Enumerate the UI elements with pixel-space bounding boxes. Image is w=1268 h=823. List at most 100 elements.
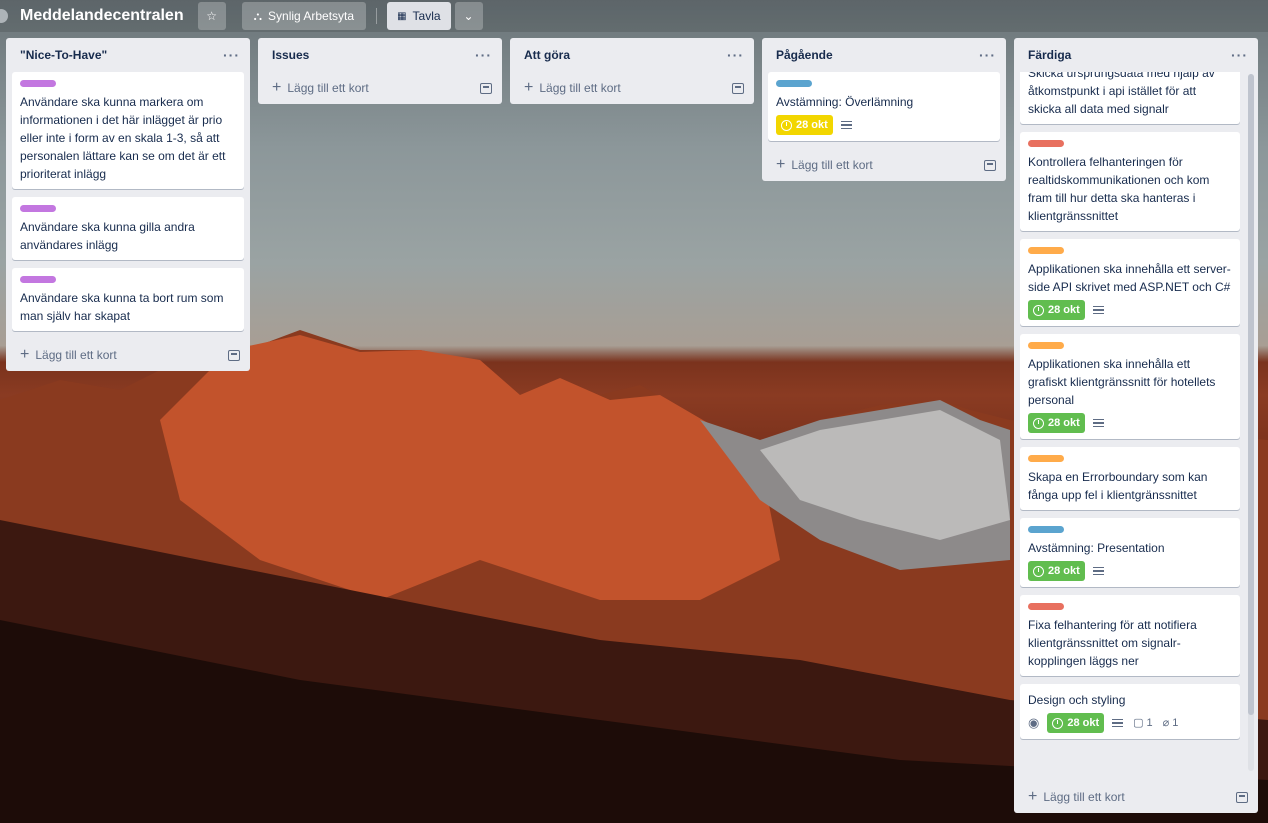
list-fardiga: Färdiga ··· Skicka ursprungsdata med hjä… bbox=[1014, 38, 1258, 813]
board-view-icon: ▦ bbox=[397, 10, 407, 22]
due-date-badge[interactable]: 28 okt bbox=[1028, 561, 1085, 581]
list-header[interactable]: Issues ··· bbox=[258, 38, 502, 72]
card-title: Design och styling bbox=[1028, 693, 1126, 707]
plus-icon: + bbox=[1028, 788, 1038, 805]
due-date-text: 28 okt bbox=[1048, 417, 1080, 429]
list-title[interactable]: Pågående bbox=[776, 48, 833, 62]
due-date-badge[interactable]: 28 okt bbox=[1047, 713, 1105, 733]
card-label[interactable] bbox=[1028, 455, 1064, 462]
card-badges: 28 okt bbox=[776, 115, 992, 135]
list-scrollbar[interactable] bbox=[1248, 74, 1254, 771]
list-title[interactable]: "Nice-To-Have" bbox=[20, 48, 107, 62]
card-scroll-area[interactable]: Skicka ursprungsdata med hjälp av åtkoms… bbox=[1014, 72, 1246, 777]
card-title: Avstämning: Överlämning bbox=[776, 95, 914, 109]
list-menu-icon[interactable]: ··· bbox=[979, 47, 996, 63]
card[interactable]: Applikationen ska innehålla ett grafiskt… bbox=[1020, 334, 1240, 439]
card-badges: 28 okt bbox=[1028, 300, 1232, 320]
card-label[interactable] bbox=[1028, 603, 1064, 610]
list-att-gora: Att göra ··· + Lägg till ett kort bbox=[510, 38, 754, 104]
plus-icon: + bbox=[524, 79, 534, 96]
card[interactable]: Skapa en Errorboundary som kan fånga upp… bbox=[1020, 447, 1240, 510]
due-date-badge[interactable]: 28 okt bbox=[1028, 413, 1085, 433]
list-scrollbar-thumb[interactable] bbox=[1248, 74, 1254, 716]
paperclip-icon: ⌀ bbox=[1162, 717, 1170, 729]
add-card-button[interactable]: + Lägg till ett kort bbox=[1028, 788, 1125, 806]
list-title[interactable]: Att göra bbox=[524, 48, 570, 62]
star-icon: ☆ bbox=[206, 9, 217, 23]
due-date-badge[interactable]: 28 okt bbox=[1028, 300, 1085, 320]
star-button[interactable]: ☆ bbox=[197, 2, 226, 30]
add-card-row: + Lägg till ett kort bbox=[6, 339, 250, 371]
add-card-row: + Lägg till ett kort bbox=[510, 72, 754, 104]
card-title: Skicka ursprungsdata med hjälp av åtkoms… bbox=[1028, 72, 1215, 116]
card-template-icon[interactable] bbox=[480, 82, 492, 94]
add-card-button[interactable]: + Lägg till ett kort bbox=[776, 156, 873, 174]
add-card-button[interactable]: + Lägg till ett kort bbox=[272, 79, 369, 97]
board-title[interactable]: Meddelandecentralen bbox=[20, 7, 184, 25]
card[interactable]: Design och styling ◉ 28 okt ▢ 1 ⌀ 1 bbox=[1020, 684, 1240, 739]
card-badges: ◉ 28 okt ▢ 1 ⌀ 1 bbox=[1028, 713, 1232, 733]
card-label[interactable] bbox=[20, 205, 56, 212]
list-menu-icon[interactable]: ··· bbox=[727, 47, 744, 63]
list-header[interactable]: Färdiga ··· bbox=[1014, 38, 1258, 72]
card-template-icon[interactable] bbox=[732, 82, 744, 94]
card-label[interactable] bbox=[1028, 140, 1064, 147]
card[interactable]: Användare ska kunna ta bort rum som man … bbox=[12, 268, 244, 331]
card-title: Applikationen ska innehålla ett grafiskt… bbox=[1028, 357, 1216, 407]
add-card-label: Lägg till ett kort bbox=[791, 158, 873, 172]
card-template-icon[interactable] bbox=[1236, 791, 1248, 803]
card-template-icon[interactable] bbox=[984, 159, 996, 171]
list-header[interactable]: Att göra ··· bbox=[510, 38, 754, 72]
card-badges: 28 okt bbox=[1028, 561, 1232, 581]
view-switcher-button[interactable]: ⌄ bbox=[454, 2, 483, 30]
card-title: Kontrollera felhanteringen för realtidsk… bbox=[1028, 155, 1210, 223]
card[interactable]: Användare ska kunna markera om informati… bbox=[12, 72, 244, 189]
card-label[interactable] bbox=[1028, 526, 1064, 533]
card[interactable]: Avstämning: Överlämning 28 okt bbox=[768, 72, 1000, 141]
watch-eye-icon: ◉ bbox=[1028, 715, 1040, 730]
due-date-badge[interactable]: 28 okt bbox=[776, 115, 833, 135]
board-view-button[interactable]: ▦ Tavla bbox=[387, 2, 451, 30]
list-menu-icon[interactable]: ··· bbox=[1231, 47, 1248, 63]
description-icon bbox=[1092, 565, 1104, 578]
list-header[interactable]: Pågående ··· bbox=[762, 38, 1006, 72]
due-date-text: 28 okt bbox=[1067, 717, 1100, 729]
card[interactable]: Användare ska kunna gilla andra användar… bbox=[12, 197, 244, 260]
due-date-text: 28 okt bbox=[1048, 304, 1080, 316]
card-label[interactable] bbox=[20, 276, 56, 283]
card[interactable]: Applikationen ska innehålla ett server-s… bbox=[1020, 239, 1240, 326]
add-card-button[interactable]: + Lägg till ett kort bbox=[524, 79, 621, 97]
list-header[interactable]: "Nice-To-Have" ··· bbox=[6, 38, 250, 72]
description-icon bbox=[1112, 717, 1124, 730]
comment-icon: ▢ bbox=[1133, 717, 1144, 729]
list-pagaende: Pågående ··· Avstämning: Överlämning 28 … bbox=[762, 38, 1006, 181]
list-title[interactable]: Issues bbox=[272, 48, 309, 62]
visibility-button[interactable]: ⛬ Synlig Arbetsyta bbox=[241, 2, 367, 30]
plus-icon: + bbox=[20, 346, 30, 363]
clock-icon bbox=[781, 119, 792, 131]
due-date-text: 28 okt bbox=[796, 119, 828, 131]
description-icon bbox=[1092, 304, 1104, 317]
list-menu-icon[interactable]: ··· bbox=[223, 47, 240, 63]
header-divider bbox=[376, 8, 378, 24]
due-date-text: 28 okt bbox=[1048, 565, 1080, 577]
card-label[interactable] bbox=[1028, 342, 1064, 349]
card[interactable]: Skicka ursprungsdata med hjälp av åtkoms… bbox=[1020, 72, 1240, 124]
card-title: Applikationen ska innehålla ett server-s… bbox=[1028, 262, 1231, 294]
card-template-icon[interactable] bbox=[228, 349, 240, 361]
card-label[interactable] bbox=[1028, 247, 1064, 254]
card-title: Användare ska kunna gilla andra användar… bbox=[20, 220, 195, 252]
list-menu-icon[interactable]: ··· bbox=[475, 47, 492, 63]
card-title: Användare ska kunna markera om informati… bbox=[20, 95, 226, 181]
add-card-label: Lägg till ett kort bbox=[1043, 790, 1125, 804]
list-nice-to-have: "Nice-To-Have" ··· Användare ska kunna m… bbox=[6, 38, 250, 371]
card[interactable]: Fixa felhantering för att notifiera klie… bbox=[1020, 595, 1240, 676]
add-card-row: + Lägg till ett kort bbox=[762, 149, 1006, 181]
workspace-avatar[interactable] bbox=[0, 9, 8, 23]
card-label[interactable] bbox=[20, 80, 56, 87]
list-title[interactable]: Färdiga bbox=[1028, 48, 1071, 62]
add-card-button[interactable]: + Lägg till ett kort bbox=[20, 346, 117, 364]
card[interactable]: Avstämning: Presentation 28 okt bbox=[1020, 518, 1240, 587]
card-label[interactable] bbox=[776, 80, 812, 87]
card[interactable]: Kontrollera felhanteringen för realtidsk… bbox=[1020, 132, 1240, 231]
